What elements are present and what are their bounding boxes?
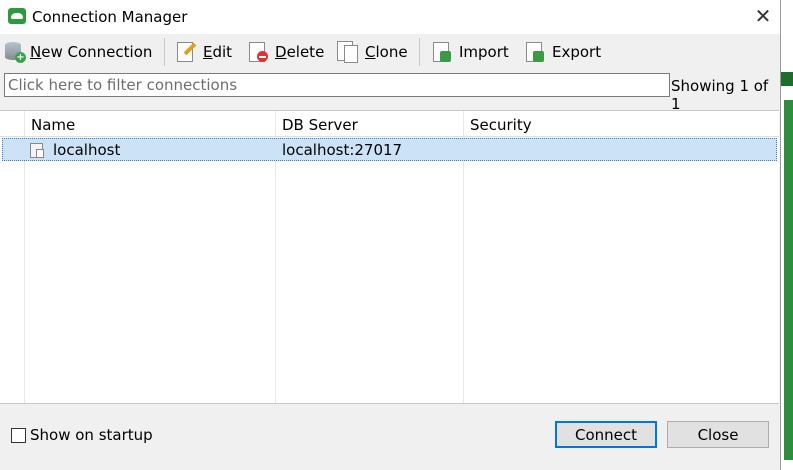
pencil-icon xyxy=(175,41,197,63)
column-header-name[interactable]: Name xyxy=(31,116,75,134)
edit-label: Edit xyxy=(203,43,233,61)
import-label: Import xyxy=(459,43,509,61)
database-add-icon: + xyxy=(4,41,26,63)
import-icon xyxy=(431,41,453,63)
connections-list[interactable]: Name DB Server Security localhost localh… xyxy=(0,110,779,404)
toolbar: + New Connection Edit Delete Clone Impor… xyxy=(0,34,780,70)
app-logo-icon xyxy=(8,8,26,24)
close-icon[interactable]: ✕ xyxy=(752,4,774,28)
filter-bar: Showing 1 of 1 xyxy=(0,70,780,113)
delete-label: Delete xyxy=(275,43,325,61)
toolbar-separator xyxy=(164,38,165,66)
export-button[interactable]: Export xyxy=(524,39,601,65)
edit-button[interactable]: Edit xyxy=(175,39,232,65)
connect-button[interactable]: Connect xyxy=(555,421,657,448)
cell-db-server: localhost:27017 xyxy=(282,141,403,159)
import-button[interactable]: Import xyxy=(431,39,509,65)
filter-input[interactable] xyxy=(4,73,670,97)
connection-icon xyxy=(30,143,44,158)
table-row[interactable]: localhost localhost:27017 xyxy=(2,138,777,161)
delete-icon xyxy=(247,41,269,63)
close-button[interactable]: Close xyxy=(667,421,769,448)
list-header: Name DB Server Security xyxy=(0,111,779,137)
connection-count: Showing 1 of 1 xyxy=(671,77,769,113)
window-title: Connection Manager xyxy=(32,8,188,26)
cell-name: localhost xyxy=(53,141,121,159)
title-bar: Connection Manager ✕ xyxy=(0,0,780,34)
toolbar-separator xyxy=(419,38,420,66)
connection-manager-dialog: Connection Manager ✕ + New Connection Ed… xyxy=(0,0,781,470)
background-panel-fragment xyxy=(784,100,793,460)
clone-button[interactable]: Clone xyxy=(337,39,408,65)
copy-icon xyxy=(337,41,359,63)
new-connection-label: New Connection xyxy=(30,43,153,61)
clone-label: Clone xyxy=(365,43,408,61)
dialog-footer: Show on startup Connect Close xyxy=(0,403,780,470)
delete-button[interactable]: Delete xyxy=(247,39,324,65)
export-icon xyxy=(524,41,546,63)
background-logo-fragment xyxy=(781,38,793,68)
background-app-edge xyxy=(781,0,793,470)
new-connection-button[interactable]: + New Connection xyxy=(4,39,152,65)
show-on-startup-checkbox[interactable] xyxy=(11,428,26,443)
column-header-db-server[interactable]: DB Server xyxy=(282,116,358,134)
column-header-security[interactable]: Security xyxy=(470,116,532,134)
background-badge-fragment xyxy=(781,72,793,86)
show-on-startup-label[interactable]: Show on startup xyxy=(30,426,153,444)
export-label: Export xyxy=(552,43,602,61)
